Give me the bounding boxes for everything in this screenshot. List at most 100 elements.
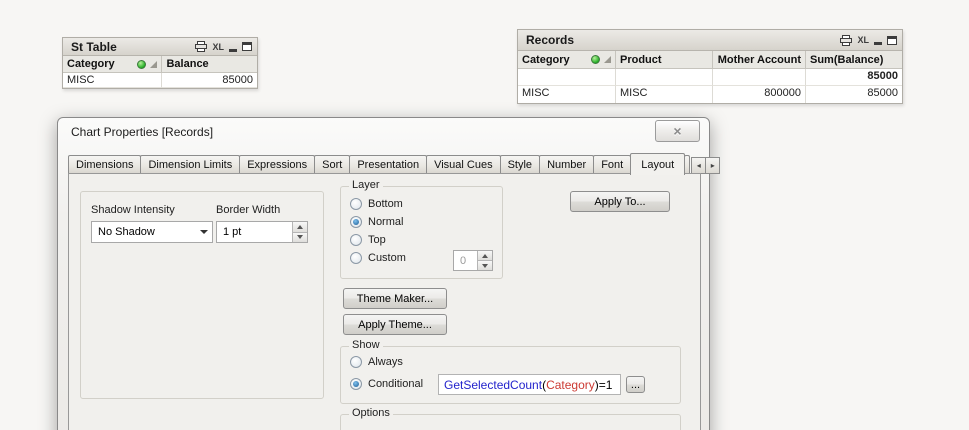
column-header-label: Category xyxy=(67,58,115,70)
spin-up-icon[interactable] xyxy=(478,251,492,260)
st-table-widget: St Table XL Category Balance MISC 85000 xyxy=(62,37,258,89)
cell-balance[interactable]: 85000 xyxy=(162,73,257,88)
print-icon[interactable] xyxy=(195,41,208,52)
options-groupbox: Options xyxy=(340,407,681,430)
radio-label: Custom xyxy=(368,252,406,264)
column-header-label: Product xyxy=(620,53,662,66)
show-group-label: Show xyxy=(349,339,383,351)
send-to-excel-icon[interactable]: XL xyxy=(212,42,224,52)
layout-tab-page: Shadow Intensity No Shadow Border Width … xyxy=(68,173,701,430)
expression-editor-button[interactable]: ... xyxy=(626,376,645,393)
cell-mother-account[interactable]: 800000 xyxy=(713,86,806,103)
spin-down-icon[interactable] xyxy=(478,260,492,270)
radio-checked-icon[interactable] xyxy=(350,378,362,390)
tab-number[interactable]: Number xyxy=(539,155,595,174)
minimize-icon[interactable] xyxy=(874,42,882,45)
cell-product[interactable]: MISC xyxy=(616,86,713,103)
expression-tail: )=1 xyxy=(594,377,613,392)
layer-option-top[interactable]: Top xyxy=(350,234,386,246)
radio-icon[interactable] xyxy=(350,252,362,264)
custom-layer-stepper[interactable]: 0 xyxy=(453,250,493,271)
options-group-label: Options xyxy=(349,407,393,419)
tab-caption[interactable]: Cap xyxy=(684,155,691,174)
records-header-row: Category Product Mother Account Sum(Bala… xyxy=(518,51,902,69)
shadow-intensity-select[interactable]: No Shadow xyxy=(91,221,213,243)
spin-up-icon[interactable] xyxy=(293,222,307,232)
apply-to-button[interactable]: Apply To... xyxy=(570,191,670,212)
column-header-category[interactable]: Category xyxy=(518,51,616,69)
radio-icon[interactable] xyxy=(350,356,362,368)
spinner-buttons xyxy=(477,251,492,270)
radio-icon[interactable] xyxy=(350,234,362,246)
sort-indicator-icon xyxy=(150,60,158,68)
records-caption[interactable]: Records XL xyxy=(518,30,902,51)
total-cell xyxy=(518,69,616,86)
column-header-sum-balance[interactable]: Sum(Balance) xyxy=(806,51,902,69)
column-header-product[interactable]: Product xyxy=(616,51,713,69)
st-table-caption[interactable]: St Table XL xyxy=(63,38,257,56)
column-header-balance[interactable]: Balance xyxy=(162,56,257,73)
dialog-title: Chart Properties [Records] xyxy=(71,125,214,139)
column-header-label: Balance xyxy=(166,58,209,70)
selection-indicator-icon xyxy=(137,59,147,69)
table-row: MISC 85000 xyxy=(63,73,257,88)
selection-indicator-icon xyxy=(591,55,600,64)
show-option-conditional[interactable]: Conditional xyxy=(350,378,423,390)
column-header-mother-account[interactable]: Mother Account xyxy=(713,51,806,69)
show-option-always[interactable]: Always xyxy=(350,356,403,368)
tab-dimension-limits[interactable]: Dimension Limits xyxy=(140,155,241,174)
apply-theme-button[interactable]: Apply Theme... xyxy=(343,314,447,335)
chevron-down-icon[interactable] xyxy=(195,222,212,242)
border-width-value: 1 pt xyxy=(223,226,242,238)
layer-option-bottom[interactable]: Bottom xyxy=(350,198,403,210)
radio-icon[interactable] xyxy=(350,198,362,210)
tab-scroll-left-icon[interactable]: ◂ xyxy=(691,157,707,174)
cell-sum-balance[interactable]: 85000 xyxy=(806,86,902,103)
column-header-category[interactable]: Category xyxy=(63,56,163,73)
custom-layer-value: 0 xyxy=(460,254,467,267)
layer-group-label: Layer xyxy=(349,179,383,191)
cell-category[interactable]: MISC xyxy=(518,86,616,103)
column-header-label: Mother Account xyxy=(717,53,801,66)
tab-font[interactable]: Font xyxy=(593,155,632,174)
layer-groupbox: Layer Bottom Normal Top Custom 0 xyxy=(340,179,503,279)
dialog-tabstrip: Dimensions Dimension Limits Expressions … xyxy=(68,152,721,175)
layer-option-custom[interactable]: Custom xyxy=(350,252,406,264)
records-title: Records xyxy=(526,33,575,47)
close-icon[interactable]: × xyxy=(655,120,700,142)
st-table-caption-icons: XL xyxy=(195,41,252,52)
show-groupbox: Show Always Conditional GetSelectedCount… xyxy=(340,339,681,404)
maximize-icon[interactable] xyxy=(887,35,897,45)
border-width-stepper[interactable]: 1 pt xyxy=(216,221,308,243)
radio-checked-icon[interactable] xyxy=(350,216,362,228)
border-width-label: Border Width xyxy=(216,204,281,216)
minimize-icon[interactable] xyxy=(229,48,237,52)
total-cell xyxy=(616,69,713,86)
tab-sort[interactable]: Sort xyxy=(314,155,351,174)
tab-visual-cues[interactable]: Visual Cues xyxy=(426,155,501,174)
sort-indicator-icon xyxy=(604,56,611,63)
tab-expressions[interactable]: Expressions xyxy=(239,155,316,174)
records-total-row: 85000 xyxy=(518,69,902,86)
tab-scroll-right-icon[interactable]: ▸ xyxy=(705,157,721,174)
tab-scroll-arrows: ◂ ▸ xyxy=(691,157,721,174)
table-row: MISC MISC 800000 85000 xyxy=(518,86,902,103)
radio-label: Normal xyxy=(368,216,404,228)
radio-label: Bottom xyxy=(368,198,403,210)
theme-maker-button[interactable]: Theme Maker... xyxy=(343,288,447,309)
maximize-icon[interactable] xyxy=(242,42,252,51)
cell-category[interactable]: MISC xyxy=(63,73,163,88)
condition-expression-input[interactable]: GetSelectedCount(Category)=1 xyxy=(438,374,621,395)
radio-label: Always xyxy=(368,356,403,368)
total-cell xyxy=(713,69,806,86)
tab-dimensions[interactable]: Dimensions xyxy=(68,155,142,174)
spinner-buttons xyxy=(292,222,307,242)
print-icon[interactable] xyxy=(840,34,853,46)
layer-option-normal[interactable]: Normal xyxy=(350,216,403,228)
send-to-excel-icon[interactable]: XL xyxy=(857,35,869,45)
spin-down-icon[interactable] xyxy=(293,231,307,242)
tab-presentation[interactable]: Presentation xyxy=(349,155,428,174)
tab-style[interactable]: Style xyxy=(499,155,541,174)
tab-layout[interactable]: Layout xyxy=(630,153,686,175)
column-header-label: Category xyxy=(522,53,570,66)
